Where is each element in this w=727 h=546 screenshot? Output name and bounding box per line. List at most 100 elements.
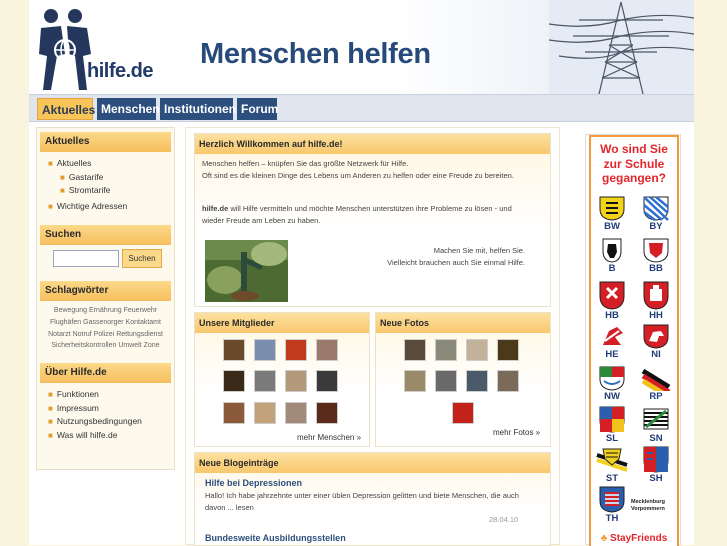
welcome-paragraph-2-text: will Hilfe vermitteln und möchte Mensche… (202, 204, 512, 225)
ad-frame: Wo sind Sie zur Schule gegangen? BW BY B… (589, 135, 679, 546)
sidebar-link-nutzungsbedingungen[interactable]: ■ Nutzungsbedingungen (48, 415, 174, 429)
tab-forum[interactable]: Forum (237, 98, 278, 120)
members-title: Unsere Mitglieder (195, 313, 369, 333)
sidebar-link-wichtige-adressen[interactable]: ■ Wichtige Adressen (48, 200, 174, 214)
tag-link[interactable]: Polizei (94, 331, 115, 338)
blog-title: Neue Blogeinträge (195, 453, 550, 473)
state-by: BY (639, 195, 673, 233)
member-avatar[interactable] (223, 339, 245, 361)
state-he: HE (595, 323, 629, 361)
sidebar-schlagwoerter-title: Schlagwörter (40, 281, 171, 301)
photos-title: Neue Fotos (376, 313, 550, 333)
sidebar-link-was-will-hilfe[interactable]: ■ Was will hilfe.de (48, 429, 174, 443)
sidebar-aktuelles-list: ■ Aktuelles ■ Gastarife ■ Stromtarife ■ Wich… (37, 152, 174, 213)
site-logo[interactable]: hilfe.de (37, 6, 154, 90)
sidebar-link-impressum[interactable]: ■ Impressum (48, 402, 174, 416)
member-avatar[interactable] (254, 339, 276, 361)
tag-link[interactable]: Kontaktamt (126, 319, 161, 326)
photo-thumbnail[interactable] (435, 339, 457, 361)
tag-link[interactable]: Feuerwehr (124, 307, 157, 314)
bullet-icon: ■ (48, 403, 53, 413)
more-members-link[interactable]: mehr Menschen » (297, 433, 361, 442)
welcome-line-2: Oft sind es die kleinen Dinge des Lebens… (202, 170, 514, 180)
sidebar-link-stromtarife[interactable]: ■ Stromtarife (48, 184, 174, 198)
member-avatar[interactable] (285, 339, 307, 361)
search-form: Suchen (37, 245, 174, 273)
cta-line-1: Machen Sie mit, helfen Sie. (433, 246, 525, 255)
welcome-box: Herzlich Willkommen auf hilfe.de! Mensch… (194, 133, 551, 307)
bullet-icon: ■ (60, 186, 65, 195)
photo-thumbnail[interactable] (466, 370, 488, 392)
blog-entry-title[interactable]: Hilfe bei Depressionen (205, 478, 302, 488)
photo-thumbnail[interactable] (404, 339, 426, 361)
member-avatar[interactable] (223, 402, 245, 424)
sidebar-link-funktionen[interactable]: ■ Funktionen (48, 388, 174, 402)
search-input[interactable] (53, 250, 119, 267)
tag-link[interactable]: Ernährung (89, 307, 122, 314)
mv-label-line-1: Mecklenburg (631, 499, 665, 505)
tag-link[interactable]: Bewegung (54, 307, 87, 314)
stayfriends-logo-icon: ♣ (600, 533, 608, 544)
bullet-icon: ■ (48, 390, 53, 400)
brand-name: hilfe.de (202, 204, 229, 213)
tag-link[interactable]: Umwelt (118, 342, 141, 349)
sidebar-suchen-title: Suchen (40, 225, 171, 245)
sidebar-link-gastarife[interactable]: ■ Gastarife (48, 171, 174, 185)
stayfriends-brand[interactable]: ♣ StayFriends (591, 531, 677, 546)
photo-thumbnail[interactable] (497, 339, 519, 361)
photo-thumbnail[interactable] (404, 370, 426, 392)
member-avatar[interactable] (285, 402, 307, 424)
tag-link[interactable]: Zone (144, 342, 160, 349)
state-hb: HB (595, 280, 629, 321)
mv-label-line-2: Vorpommern (631, 506, 665, 512)
stayfriends-ad[interactable]: Wo sind Sie zur Schule gegangen? BW BY B… (585, 134, 681, 546)
state-sl: SL (595, 405, 629, 444)
state-b: B (595, 237, 629, 275)
tag-link[interactable]: Notarzt (48, 331, 71, 338)
main-navigation: Aktuelles Menschen Institutionen Forum (29, 94, 694, 122)
photo-thumbnail[interactable] (452, 402, 474, 424)
member-avatar[interactable] (254, 370, 276, 392)
photo-thumbnail[interactable] (497, 370, 519, 392)
tab-aktuelles[interactable]: Aktuelles (37, 98, 95, 120)
sidebar-link-aktuelles[interactable]: ■ Aktuelles (48, 157, 174, 171)
tag-link[interactable]: Flughäfen (50, 319, 81, 326)
header: hilfe.de Menschen helfen (29, 0, 694, 94)
photo-thumbnail[interactable] (466, 339, 488, 361)
welcome-cta: Machen Sie mit, helfen Sie. Vielleicht b… (295, 245, 525, 268)
member-avatar[interactable] (254, 402, 276, 424)
state-bb: BB (639, 237, 673, 275)
tag-link[interactable]: Rettungsdienst (116, 331, 163, 338)
blog-entry-title[interactable]: Bundesweite Ausbildungsstellen (205, 533, 346, 543)
blog-box: Neue Blogeinträge Hilfe bei Depressionen… (194, 452, 551, 546)
more-photos-link[interactable]: mehr Fotos » (493, 428, 540, 437)
tab-institutionen[interactable]: Institutionen (160, 98, 236, 120)
state-ni: NI (639, 323, 673, 361)
state-rp: RP (639, 365, 673, 403)
tab-menschen[interactable]: Menschen (97, 98, 160, 120)
tag-link[interactable]: Notruf (73, 331, 92, 338)
member-avatar[interactable] (316, 339, 338, 361)
welcome-line-1: Menschen helfen – knüpfen Sie das größte… (202, 159, 409, 168)
state-hh: HH (639, 280, 673, 321)
welcome-title: Herzlich Willkommen auf hilfe.de! (195, 134, 550, 154)
left-sidebar: Aktuelles ■ Aktuelles ■ Gastarife ■ Stromta… (36, 127, 175, 470)
member-avatar[interactable] (223, 370, 245, 392)
member-avatar[interactable] (316, 370, 338, 392)
page: hilfe.de Menschen helfen Aktuelles Mensc… (29, 0, 694, 546)
bullet-icon: ■ (48, 201, 53, 211)
state-mv: Mecklenburg Vorpommern (631, 499, 677, 515)
tag-link[interactable]: Gassenorger (83, 319, 123, 326)
state-sn: SN (639, 405, 673, 444)
state-nw: NW (595, 365, 629, 403)
tag-link[interactable]: Sicherheitskontrollen (51, 342, 116, 349)
member-avatar[interactable] (285, 370, 307, 392)
tag-cloud: Bewegung Ernährung Feuerwehr Flughäfen G… (37, 301, 174, 352)
ad-headline: Wo sind Sie zur Schule gegangen? (591, 142, 677, 186)
bullet-icon: ■ (48, 417, 53, 427)
member-avatar[interactable] (316, 402, 338, 424)
search-button[interactable]: Suchen (122, 249, 162, 268)
photo-thumbnail[interactable] (435, 370, 457, 392)
welcome-paragraph-1: Menschen helfen – knüpfen Sie das größte… (202, 158, 522, 181)
sidebar-aktuelles-title: Aktuelles (40, 132, 171, 152)
